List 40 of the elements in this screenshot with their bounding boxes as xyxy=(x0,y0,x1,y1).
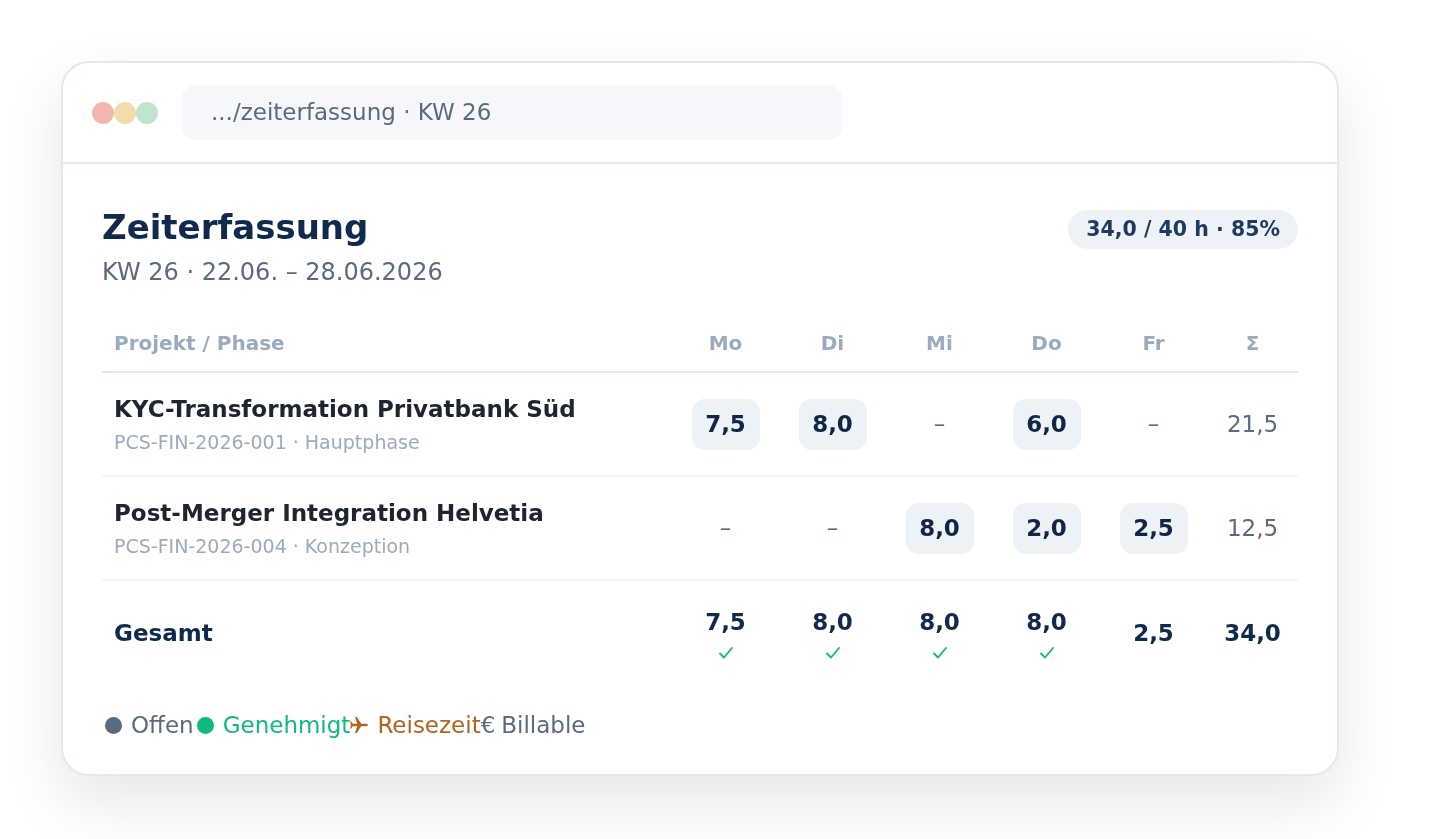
column-header: Do xyxy=(1031,330,1062,357)
column-header: Mi xyxy=(926,330,953,357)
column-header: Σ xyxy=(1245,330,1260,357)
empty-hours: – xyxy=(1147,409,1160,439)
hours-entry: 6,0 xyxy=(1012,398,1081,450)
euro-icon: € xyxy=(480,710,496,740)
project-code: PCS-FIN-2026-001 · Hauptphase xyxy=(114,429,421,455)
hours-entry: 2,5 xyxy=(1119,502,1188,554)
project-name: KYC-Transformation Privatbank Süd xyxy=(114,394,577,424)
week-range: KW 26 · 22.06. – 28.06.2026 xyxy=(102,257,443,288)
page-title: Zeiterfassung xyxy=(102,207,370,247)
empty-hours: – xyxy=(933,409,946,439)
legend-label: Billable xyxy=(501,711,586,740)
column-header: Projekt / Phase xyxy=(114,331,285,355)
legend-label: Offen xyxy=(131,711,194,740)
project-code: PCS-FIN-2026-004 · Konzeption xyxy=(114,533,412,559)
hours-entry: 2,0 xyxy=(1012,502,1081,554)
row-total: 12,5 xyxy=(1226,513,1279,543)
day-total: 8,0 xyxy=(919,608,960,637)
hours-summary-badge: 34,0 / 40 h · 85% xyxy=(1068,210,1298,249)
hours-entry: 7,5 xyxy=(691,398,760,450)
grand-total: 34,0 xyxy=(1224,618,1281,648)
day-total: 8,0 xyxy=(812,608,853,637)
address-field[interactable]: .../zeiterfassung · KW 26 xyxy=(182,85,842,140)
hours-entry: 8,0 xyxy=(905,502,974,554)
hours-entry: 8,0 xyxy=(798,398,867,450)
empty-hours: – xyxy=(719,513,732,543)
column-header: Di xyxy=(820,330,845,357)
window-controls-icon xyxy=(92,101,158,124)
total-label: Gesamt xyxy=(114,619,213,646)
day-total: 2,5 xyxy=(1133,619,1174,648)
column-header: Mo xyxy=(708,330,743,357)
row-total: 21,5 xyxy=(1226,409,1279,439)
legend-label: Reisezeit xyxy=(377,711,481,740)
project-name: Post-Merger Integration Helvetia xyxy=(114,498,545,528)
day-total: 8,0 xyxy=(1026,608,1067,637)
column-header: Fr xyxy=(1142,330,1165,357)
legend-label: Genehmigt xyxy=(222,711,351,740)
day-total: 7,5 xyxy=(705,608,746,637)
empty-hours: – xyxy=(826,513,839,543)
